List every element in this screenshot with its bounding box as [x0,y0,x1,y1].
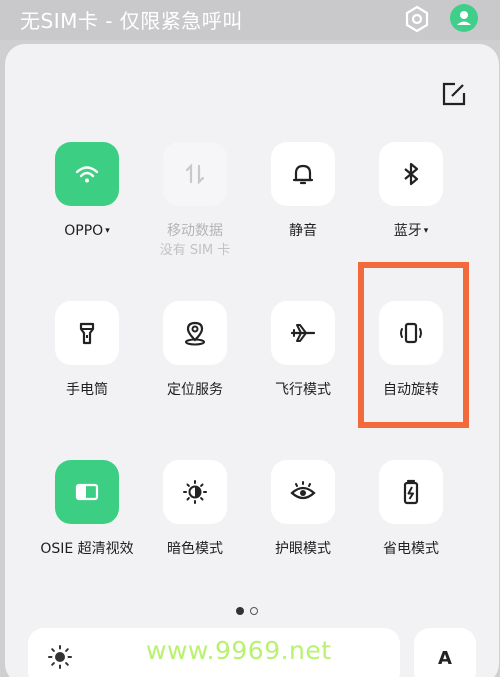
tile-label: 定位服务 [167,382,223,398]
settings-icon[interactable] [402,4,432,34]
sim-status-text: 无SIM卡 - 仅限紧急呼叫 [20,9,243,33]
page-indicator [236,607,258,615]
bluetooth-icon[interactable] [379,142,443,206]
chevron-down-icon[interactable]: ▾ [105,226,110,236]
display-enhance-icon[interactable] [55,460,119,524]
watermark-text: www.9969.net [146,636,332,665]
chevron-down-icon[interactable]: ▾ [424,226,429,236]
tile-label: 暗色模式 [167,541,223,557]
user-avatar-icon[interactable] [450,4,478,32]
tile-label: 飞行模式 [275,382,331,398]
tile-label: 静音 [289,223,317,239]
auto-brightness-button[interactable]: A [414,628,476,677]
tile-label: OPPO ▾ [64,223,110,239]
edit-icon[interactable] [441,81,467,107]
tile-bluetooth[interactable]: 蓝牙 ▾ [351,142,471,240]
tile-label: 移动数据 [167,223,223,239]
flashlight-icon[interactable] [55,301,119,365]
tile-silent[interactable]: 静音 [243,142,363,240]
bell-icon[interactable] [271,142,335,206]
tile-sublabel: 没有 SIM 卡 [159,243,231,258]
tile-label: OSIE 超清视效 [40,541,134,557]
tile-label: 护眼模式 [275,541,331,557]
dark-mode-icon[interactable] [163,460,227,524]
tile-mobile-data[interactable]: 移动数据 没有 SIM 卡 [135,142,255,260]
tile-power-saving[interactable]: 省电模式 [351,460,471,558]
mobile-data-icon[interactable] [163,142,227,206]
tile-flashlight[interactable]: 手电筒 [27,301,147,399]
tile-osie[interactable]: OSIE 超清视效 [27,460,147,558]
location-icon[interactable] [163,301,227,365]
eye-icon[interactable] [271,460,335,524]
highlight-box [358,262,469,428]
tile-label: 手电筒 [66,382,108,398]
wifi-icon[interactable] [55,142,119,206]
tile-location[interactable]: 定位服务 [135,301,255,399]
tile-label: 省电模式 [383,541,439,557]
tile-dark-mode[interactable]: 暗色模式 [135,460,255,558]
tile-wifi[interactable]: OPPO ▾ [27,142,147,240]
page-dot-active[interactable] [236,607,244,615]
sun-icon [47,644,73,670]
tile-eye-care[interactable]: 护眼模式 [243,460,363,558]
page-dot-inactive[interactable] [250,607,258,615]
airplane-icon[interactable] [271,301,335,365]
tile-label: 蓝牙 ▾ [393,223,429,239]
tile-airplane[interactable]: 飞行模式 [243,301,363,399]
battery-icon[interactable] [379,460,443,524]
